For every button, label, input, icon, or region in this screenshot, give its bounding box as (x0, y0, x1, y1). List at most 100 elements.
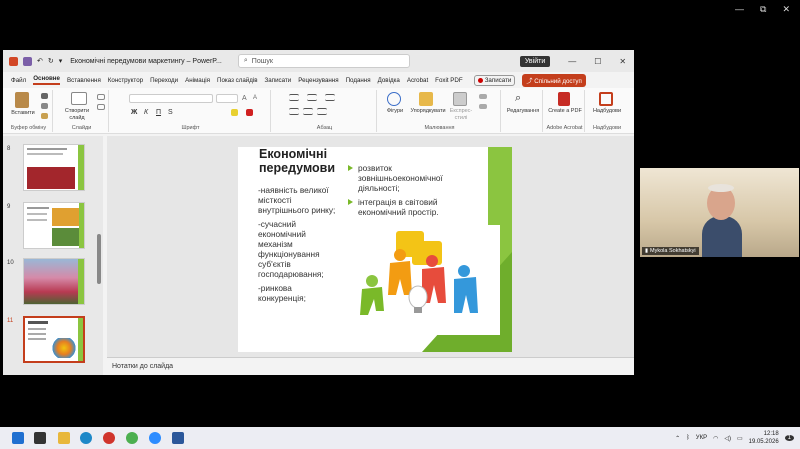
reset-icon[interactable] (97, 104, 105, 110)
window-controls: — ☐ ✕ (568, 57, 626, 66)
shape-fill-icon[interactable] (479, 94, 487, 99)
host-restore-button[interactable]: ⧉ (760, 4, 766, 15)
tab-acrobat[interactable]: Acrobat (407, 77, 428, 84)
clock[interactable]: 12:18 19.05.2026 (749, 430, 779, 446)
create-pdf-icon[interactable] (558, 92, 570, 106)
task-view-icon[interactable] (34, 432, 46, 444)
signin-button[interactable]: Увійти (519, 55, 551, 67)
layout-icon[interactable] (97, 94, 105, 100)
zoom-icon[interactable] (149, 432, 161, 444)
host-minimize-button[interactable]: — (735, 4, 744, 15)
font-family-select[interactable] (129, 94, 213, 103)
redo-icon[interactable]: ↻ (48, 57, 54, 65)
slide-thumbnail-10[interactable] (23, 258, 85, 305)
find-icon[interactable]: ⌕ (515, 92, 521, 105)
slide-right-text[interactable]: розвиток зовнішньоекономічної діяльності… (348, 163, 464, 221)
addins-label[interactable]: Надбудови (587, 108, 627, 115)
chevron-up-icon[interactable]: ⌃ (675, 435, 680, 442)
share-button[interactable]: ⤴ Спільний доступ (522, 73, 586, 87)
left-item: -ринкова конкуренція; (258, 283, 306, 303)
current-slide[interactable]: Економічні передумови -наявність великої… (238, 147, 512, 352)
quick-styles-label[interactable]: Експрес-стилі (447, 108, 475, 122)
minimize-button[interactable]: — (568, 57, 576, 66)
new-slide-icon[interactable] (71, 92, 87, 105)
new-slide-label[interactable]: Створити слайд (59, 108, 95, 122)
windows-start-icon[interactable] (12, 432, 24, 444)
slide-thumbnail-8[interactable] (23, 144, 85, 191)
slide-title[interactable]: Економічні передумови (259, 147, 335, 175)
opera-icon[interactable] (103, 432, 115, 444)
close-button[interactable]: ✕ (619, 57, 626, 66)
paste-label[interactable]: Вставити (7, 110, 39, 117)
indent-icon[interactable] (325, 94, 335, 101)
arrange-icon[interactable] (419, 92, 433, 106)
font-size-select[interactable] (216, 94, 238, 103)
bullets-icon[interactable] (289, 94, 299, 101)
addins-icon[interactable] (599, 92, 613, 106)
search-box[interactable]: ⌕ Пошук (237, 54, 410, 68)
shapes-icon[interactable] (387, 92, 401, 106)
record-button[interactable]: Записати (473, 74, 516, 86)
decrease-font-icon[interactable]: A (253, 95, 261, 102)
editing-group: ⌕ Редагування (503, 90, 543, 132)
customize-toolbar-icon[interactable]: ▾ (59, 57, 63, 65)
editing-label[interactable]: Редагування (503, 108, 543, 115)
tab-help[interactable]: Довідка (378, 77, 400, 84)
create-pdf-label[interactable]: Create a PDF (545, 108, 585, 115)
notification-badge[interactable]: 1 (784, 435, 794, 441)
font-color-icon[interactable] (246, 109, 253, 116)
tab-home[interactable]: Основне (33, 75, 60, 85)
tab-insert[interactable]: Вставлення (67, 77, 101, 84)
slide-left-text[interactable]: -наявність великої місткості внутрішньог… (258, 185, 336, 307)
host-close-button[interactable]: ✕ (782, 4, 790, 15)
highlight-color-icon[interactable] (231, 109, 238, 116)
quick-styles-icon[interactable] (453, 92, 467, 106)
cut-icon[interactable] (41, 93, 48, 99)
arrange-label[interactable]: Упорядкувати (409, 108, 447, 115)
bold-icon[interactable]: Ж (131, 109, 137, 116)
edge-icon[interactable] (80, 432, 92, 444)
tab-review[interactable]: Рецензування (298, 77, 338, 84)
tab-file[interactable]: Файл (11, 77, 26, 84)
paste-icon[interactable] (15, 92, 29, 108)
shapes-label[interactable]: Фігури (381, 108, 409, 115)
wifi-icon[interactable]: ◠ (713, 435, 718, 442)
battery-icon[interactable]: ▭ (737, 435, 743, 442)
acrobat-group-label: Adobe Acrobat (546, 125, 583, 131)
increase-font-icon[interactable]: A (242, 95, 250, 102)
language-indicator[interactable]: УКР (696, 435, 707, 441)
undo-icon[interactable]: ↶ (37, 57, 43, 65)
participant-video[interactable]: ▮ Mykola Sokhatskyi (640, 168, 799, 257)
bluetooth-icon[interactable]: ᛒ (686, 435, 690, 441)
puzzle-people-image[interactable] (352, 225, 500, 335)
save-icon[interactable] (23, 56, 32, 66)
tab-design[interactable]: Конструктор (108, 77, 143, 84)
maximize-button[interactable]: ☐ (594, 57, 601, 66)
copy-icon[interactable] (41, 103, 48, 109)
align-center-icon[interactable] (303, 108, 313, 115)
align-right-icon[interactable] (317, 108, 327, 115)
tab-view[interactable]: Подання (346, 77, 371, 84)
notes-placeholder: Нотатки до слайда (112, 363, 174, 370)
tab-slideshow[interactable]: Показ слайдів (217, 77, 258, 84)
clipboard-group: Вставити Буфер обміну (5, 90, 53, 132)
notes-pane[interactable]: Нотатки до слайда (107, 357, 634, 375)
shape-outline-icon[interactable] (479, 104, 487, 109)
align-left-icon[interactable] (289, 108, 299, 115)
tab-record[interactable]: Записати (265, 77, 292, 84)
format-painter-icon[interactable] (41, 113, 48, 119)
numbering-icon[interactable] (307, 94, 317, 101)
tab-transitions[interactable]: Переходи (150, 77, 178, 84)
slide-thumbnail-11[interactable] (23, 316, 85, 363)
file-explorer-icon[interactable] (58, 432, 70, 444)
slide-thumbnail-9[interactable] (23, 202, 85, 249)
word-icon[interactable] (172, 432, 184, 444)
chrome-icon[interactable] (126, 432, 138, 444)
italic-icon[interactable]: К (144, 109, 148, 116)
underline-icon[interactable]: П (156, 109, 161, 116)
volume-icon[interactable]: ◁) (724, 435, 731, 442)
tab-foxit[interactable]: Foxit PDF (435, 77, 463, 84)
tab-animations[interactable]: Анімація (185, 77, 210, 84)
thumbnails-scrollbar[interactable] (97, 234, 101, 284)
shadow-icon[interactable]: S (168, 109, 173, 116)
